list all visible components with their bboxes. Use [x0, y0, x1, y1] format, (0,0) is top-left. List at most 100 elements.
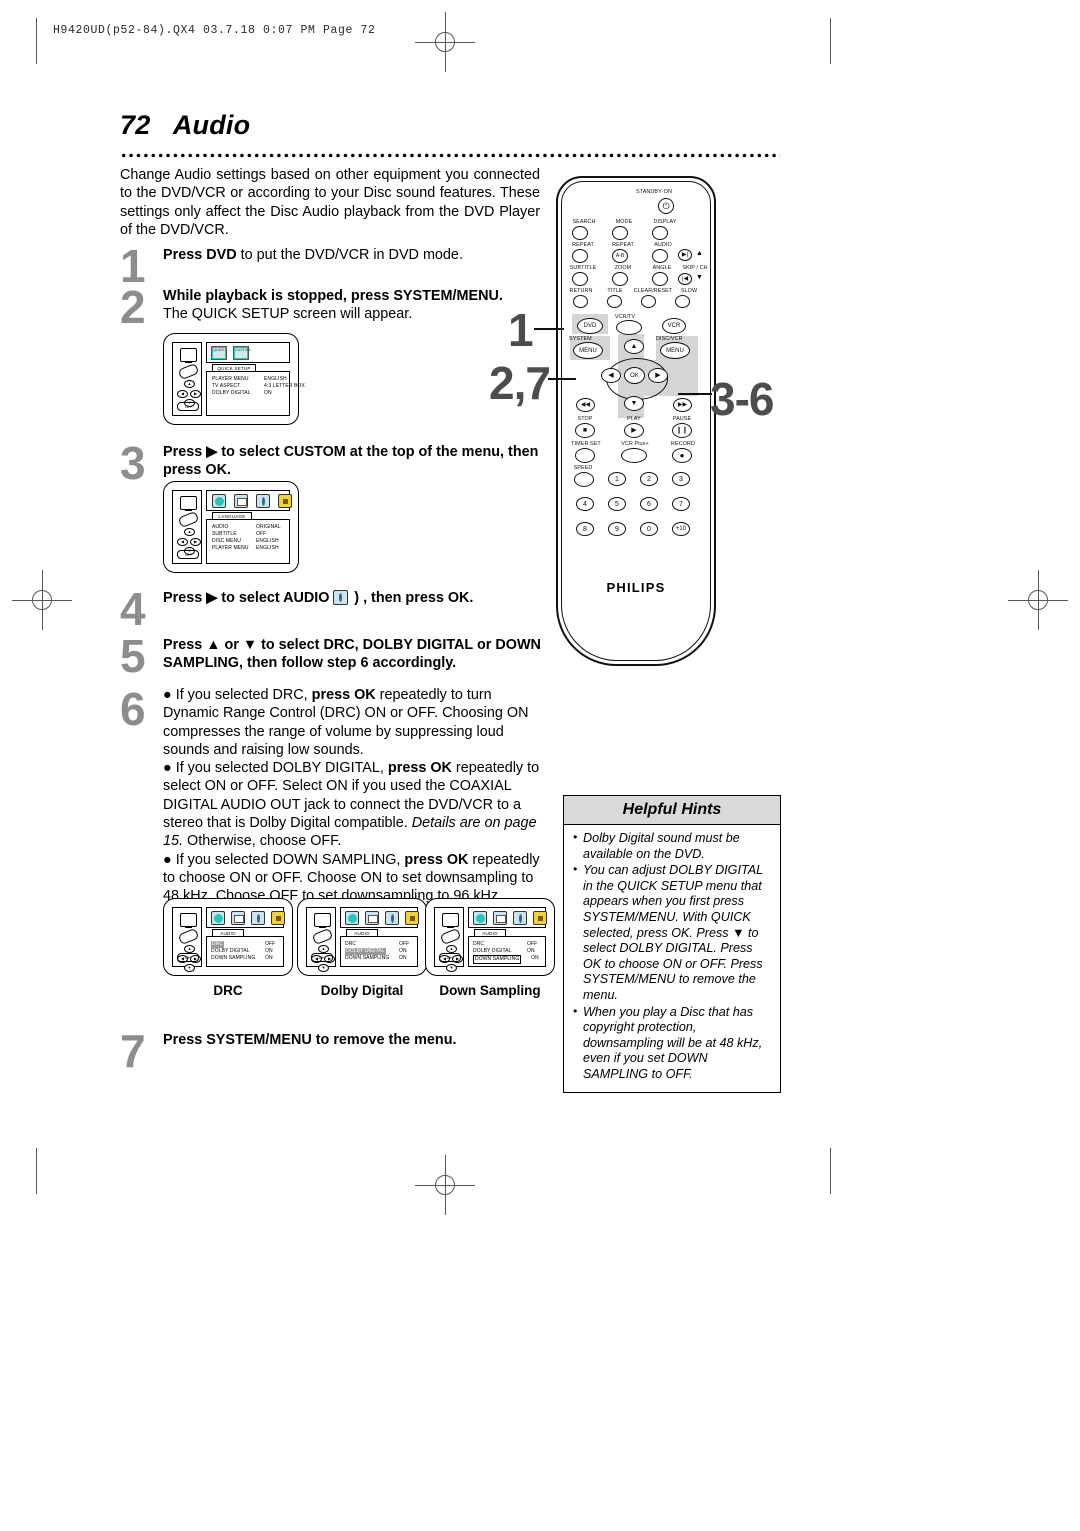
screen-menu-panel: DRC OFF DOLBY DIGITAL ON DOWN SAMPLING ON [206, 936, 284, 967]
intro-paragraph: Change Audio settings based on other equ… [120, 167, 540, 238]
step-number-1: 1 [120, 240, 146, 292]
num-4-button[interactable]: 4 [576, 497, 594, 511]
dpad-up-icon: ▲ [184, 945, 195, 953]
title-button[interactable] [607, 295, 622, 308]
dvd-button[interactable]: DVD [577, 318, 603, 334]
pause-button[interactable]: ❙❙ [672, 423, 692, 438]
vcr-tv-label: VCR/TV [614, 314, 636, 320]
monitor-icon [442, 913, 459, 928]
slow-button[interactable] [675, 295, 690, 308]
ok-button[interactable]: OK [624, 367, 645, 384]
return-label: RETURN [569, 288, 593, 294]
dpad-left-icon: ◀ [177, 390, 188, 398]
skip-ch-label: SKIP / CH [682, 265, 708, 271]
philips-logo: PHILIPS [606, 580, 666, 595]
rewind-button[interactable]: ◀◀ [576, 398, 595, 412]
dpad-down-icon: ▼ [446, 964, 457, 972]
num-7-button[interactable]: 7 [672, 497, 690, 511]
hint-item: When you play a Disc that has copyright … [572, 1004, 772, 1083]
angle-label: ANGLE [652, 265, 672, 271]
nav-right-button[interactable]: ▶ [648, 368, 668, 383]
repeat-ab-button[interactable]: A-B [612, 249, 628, 263]
repeat-button[interactable] [572, 249, 588, 263]
num-0-button[interactable]: 0 [640, 522, 658, 536]
remote-icon [439, 927, 462, 946]
screen-sidebar: ▲ ◀ ▶ ▼ OK [172, 490, 202, 564]
callout-3-6-leader [678, 393, 712, 395]
globe-icon [211, 911, 225, 925]
vcr-plus-button[interactable] [621, 448, 647, 463]
return-button[interactable] [573, 295, 588, 308]
display-label: DISPLAY [653, 219, 677, 225]
clear-reset-button[interactable] [641, 295, 656, 308]
crop-mark-tl-v [36, 18, 37, 64]
num-plus10-button[interactable]: +10 [672, 522, 690, 536]
display-icon [365, 911, 379, 925]
step-number-3: 3 [120, 437, 146, 489]
step-number-4: 4 [120, 583, 146, 635]
crop-mark-br-v [830, 1148, 831, 1194]
zoom-label: ZOOM [614, 265, 632, 271]
lock-icon [405, 911, 419, 925]
num-8-button[interactable]: 8 [576, 522, 594, 536]
nav-down-button[interactable]: ▼ [624, 396, 644, 411]
vcr-button[interactable]: VCR [662, 318, 686, 334]
num-2-button[interactable]: 2 [640, 472, 658, 486]
fastforward-button[interactable]: ▶▶ [673, 398, 692, 412]
standby-button[interactable]: ⏻ [658, 198, 674, 214]
clear-reset-label: CLEAR/RESET [633, 288, 673, 294]
num-3-button[interactable]: 3 [672, 472, 690, 486]
menu-row-label: DOLBY DIGITAL [212, 390, 251, 396]
display-button[interactable] [652, 226, 668, 240]
speed-label: SPEED [573, 465, 593, 471]
num-1-button[interactable]: 1 [608, 472, 626, 486]
subtitle-label: SUBTITLE [569, 265, 597, 271]
registration-mark-bottom [415, 1155, 475, 1215]
dpad-up-icon: ▲ [446, 945, 457, 953]
screen-menu-panel: PLAYER MENU ENGLISH TV ASPECT 4:3 LETTER B… [206, 371, 305, 416]
zoom-button[interactable] [612, 272, 628, 286]
num-9-button[interactable]: 9 [608, 522, 626, 536]
subtitle-button[interactable] [572, 272, 588, 286]
nav-left-button[interactable]: ◀ [601, 368, 621, 383]
play-button[interactable]: ▶ [624, 423, 644, 438]
stop-button[interactable]: ■ [575, 423, 595, 438]
ok-icon: OK [177, 402, 199, 411]
step-text-7: Press SYSTEM/MENU to remove the menu. [163, 1032, 457, 1048]
nav-up-button[interactable]: ▲ [624, 339, 644, 354]
tile-quick-label: QUICK [213, 348, 225, 358]
disc-vcr-menu-button[interactable]: MENU [660, 342, 690, 359]
timer-set-button[interactable] [575, 448, 595, 463]
audio-button[interactable] [652, 249, 668, 263]
page-header-filename: H9420UD(p52-84).QX4 03.7.18 0:07 PM Page… [53, 24, 376, 37]
audio-icon [385, 911, 399, 925]
screen-caption-downsampling: Down Sampling [439, 983, 541, 998]
skip-forward-button[interactable]: ▶| [678, 249, 692, 261]
vcr-tv-button[interactable] [616, 320, 642, 335]
angle-button[interactable] [652, 272, 668, 286]
helpful-hints-body: Dolby Digital sound must be available on… [564, 825, 780, 1092]
speed-button[interactable] [574, 472, 594, 487]
remote-control-illustration: STANDBY·ON ⏻ SEARCH MODE DISPLAY REPEAT … [556, 176, 716, 666]
dpad-left-icon: ◀ [177, 538, 188, 546]
menu-row-value: ON [531, 955, 539, 961]
remote-icon [177, 362, 200, 381]
record-button[interactable]: ● [672, 448, 692, 463]
menu-row-value: ON [399, 955, 407, 961]
num-6-button[interactable]: 6 [640, 497, 658, 511]
search-button[interactable] [572, 226, 588, 240]
skip-back-button[interactable]: |◀ [678, 273, 692, 285]
slow-label: SLOW [680, 288, 698, 294]
ok-icon: OK [439, 953, 461, 962]
page-number: 72 [120, 110, 151, 140]
system-menu-button[interactable]: MENU [573, 342, 603, 359]
mode-button[interactable] [612, 226, 628, 240]
num-5-button[interactable]: 5 [608, 497, 626, 511]
screen-audio-drc: ▲ ◀ ▶ ▼ OK AUDIO DRC OFF DOLBY DIGITAL ON … [163, 898, 293, 976]
menu-row-value: ON [265, 955, 273, 961]
title-divider [120, 152, 780, 159]
globe-icon [345, 911, 359, 925]
dpad-up-icon: ▲ [184, 528, 195, 536]
skip-up-arrow-icon: ▲ [696, 250, 703, 257]
screen-menu-panel: DRC OFF DOLBY DIGITAL ON DOWN SAMPLING ON [340, 936, 418, 967]
